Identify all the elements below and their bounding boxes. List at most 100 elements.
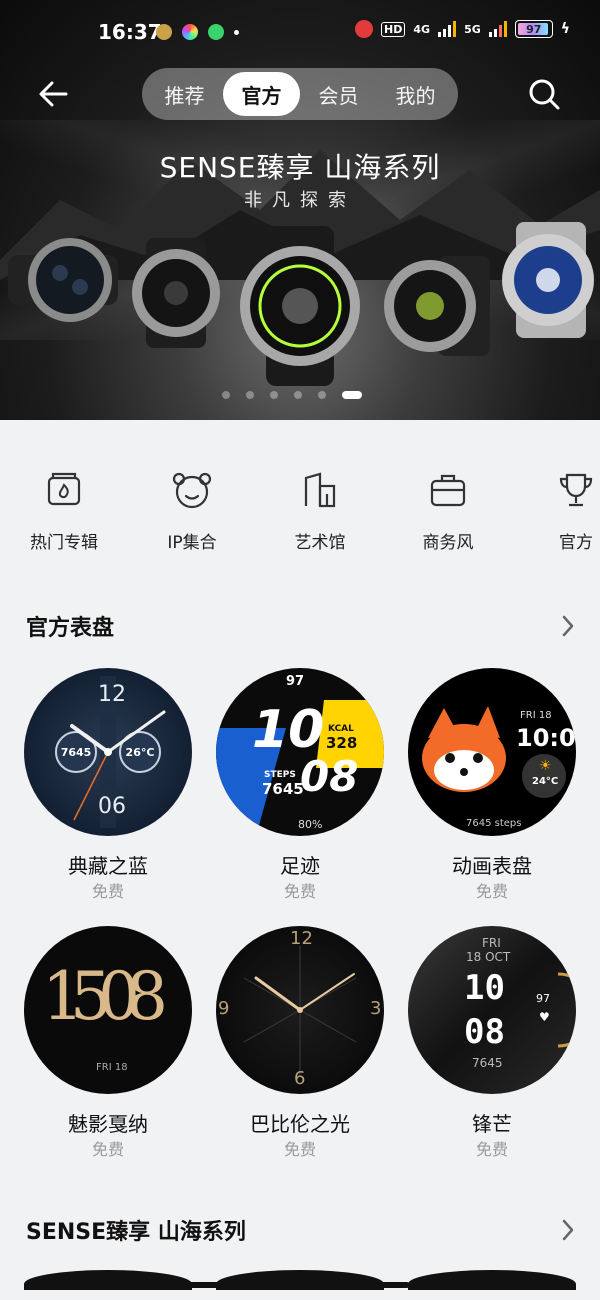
watch-face-name: 巴比伦之光 <box>250 1112 350 1136</box>
heart-icon: ♥ <box>539 1010 550 1024</box>
fox-character-icon <box>422 706 566 798</box>
dial-numeral-3: 3 <box>370 998 382 1019</box>
category-hot-album[interactable]: 热门专辑 <box>0 468 128 553</box>
hour-digits: 10 <box>464 968 505 1008</box>
category-gallery[interactable]: 艺术馆 <box>256 468 384 553</box>
dial-numeral-12: 12 <box>290 928 313 949</box>
category-business[interactable]: 商务风 <box>384 468 512 553</box>
hero-title: SENSE臻享 山海系列 <box>159 151 441 184</box>
status-time: 16:37 <box>98 20 162 44</box>
watch-product-image <box>384 256 490 356</box>
trophy-icon <box>559 473 593 507</box>
signal-bars-icon <box>438 21 457 37</box>
watch-face-price: 免费 <box>475 1140 508 1159</box>
chevron-right-icon[interactable] <box>560 614 576 638</box>
watch-face-card[interactable]: FRI 18 10:08 ☀ 24°C 7645 steps <box>408 668 576 836</box>
carousel-dot[interactable] <box>294 391 302 399</box>
search-icon[interactable] <box>524 74 564 114</box>
carousel-dot[interactable] <box>270 391 278 399</box>
dial-numeral-9: 9 <box>218 998 230 1019</box>
kcal-value: 328 <box>326 734 358 752</box>
watch-face-card-partial[interactable] <box>24 1270 192 1290</box>
watch-product-image <box>132 238 220 348</box>
dial-numeral-12: 12 <box>98 682 126 707</box>
steps-value: 7645 <box>262 780 304 798</box>
category-official[interactable]: 官方 <box>512 468 600 553</box>
temperature-complication: 26°C <box>125 746 155 759</box>
carousel-dot[interactable] <box>246 391 254 399</box>
app-notification-icon <box>156 24 172 40</box>
sun-icon: ☀ <box>539 758 552 774</box>
kcal-label: KCAL <box>328 724 354 734</box>
watch-face-card-partial[interactable] <box>408 1270 576 1290</box>
category-label: 热门专辑 <box>30 533 98 553</box>
minute-digits: 08 <box>464 1012 505 1052</box>
date-label: 18 OCT <box>466 950 511 964</box>
date-label: FRI 18 <box>520 710 552 721</box>
photos-notification-icon <box>182 24 198 40</box>
tab-mine[interactable]: 我的 <box>377 72 454 116</box>
top-tabs: 推荐 官方 会员 我的 <box>142 68 458 120</box>
watch-face-price: 免费 <box>283 882 316 901</box>
category-label: 官方 <box>559 533 593 553</box>
hot-album-icon <box>47 472 81 506</box>
category-ip-collection[interactable]: IP集合 <box>128 468 256 553</box>
home-indicator[interactable] <box>188 1282 410 1288</box>
signal-5g-label: 5G <box>464 22 481 36</box>
watch-face-card[interactable]: 12 3 6 9 <box>216 926 384 1094</box>
watch-product-image <box>240 226 360 386</box>
wechat-notification-icon <box>208 24 224 40</box>
carousel-dot[interactable] <box>318 391 326 399</box>
category-label: 商务风 <box>422 533 474 553</box>
signal-bars-5g-icon <box>488 21 507 37</box>
chevron-right-icon[interactable] <box>560 1218 576 1242</box>
battery-icon: 97 <box>514 20 553 38</box>
steps-label: 7645 <box>472 1056 503 1070</box>
watch-face-name: 动画表盘 <box>452 854 532 878</box>
watch-face-name: 典藏之蓝 <box>68 854 148 878</box>
more-notifications-icon <box>234 30 239 35</box>
back-arrow-icon[interactable] <box>36 74 76 114</box>
hd-badge: HD <box>381 21 406 37</box>
watch-face-name: 足迹 <box>280 854 320 878</box>
carousel-dot[interactable] <box>222 391 230 399</box>
time-label: 10:08 <box>516 724 576 752</box>
watch-face-price: 免费 <box>475 882 508 901</box>
watch-face-card[interactable]: 97 10 08 KCAL 328 STEPS 7645 80% <box>216 668 384 836</box>
carousel-indicator <box>222 391 362 399</box>
bear-icon <box>172 472 212 509</box>
minute-digits: 08 <box>300 752 359 801</box>
alarm-icon <box>355 20 374 38</box>
category-row: 热门专辑 IP集合 艺术馆 商务风 官方 <box>0 468 600 553</box>
watch-face-card[interactable]: 1508 FRI 18 <box>24 926 192 1094</box>
tab-recommend[interactable]: 推荐 <box>146 72 223 116</box>
signal-4g-label: 4G <box>413 22 431 36</box>
dial-numeral-6: 06 <box>98 794 126 819</box>
section-title-series: SENSE臻享 山海系列 <box>26 1220 246 1245</box>
hero-banner[interactable]: 16:37 HD 4G 5G 97 ϟ 推荐 官方 会员 我的 SENSE臻享 … <box>0 0 600 420</box>
watch-face-price: 免费 <box>91 882 124 901</box>
day-label: FRI <box>482 936 501 950</box>
status-bar: 16:37 HD 4G 5G 97 ϟ <box>0 14 600 50</box>
time-digits: 1508 <box>42 958 168 1035</box>
briefcase-icon <box>430 474 466 507</box>
hour-digits: 10 <box>252 700 325 760</box>
category-label: 艺术馆 <box>294 533 346 553</box>
watch-face-card[interactable]: 12 06 7645 26°C <box>24 668 192 836</box>
status-right: HD 4G 5G 97 ϟ <box>355 20 570 38</box>
watch-face-name: 锋芒 <box>472 1112 512 1136</box>
steps-complication: 7645 <box>60 746 92 759</box>
heart-rate-value: 97 <box>536 992 550 1005</box>
carousel-dot-active[interactable] <box>342 391 362 399</box>
watch-face-card[interactable]: FRI 18 OCT 10 08 97 ♥ 7645 <box>408 926 576 1094</box>
watch-product-image <box>502 222 594 338</box>
steps-label: STEPS <box>264 770 296 780</box>
status-app-icons <box>156 24 239 40</box>
temperature-label: 24°C <box>532 776 559 787</box>
section-title-official: 官方表盘 <box>26 616 115 641</box>
tab-official[interactable]: 官方 <box>223 72 300 116</box>
watch-face-name: 魅影戛纳 <box>68 1112 148 1136</box>
charging-icon: ϟ <box>560 21 570 37</box>
watch-face-price: 免费 <box>283 1140 316 1159</box>
tab-member[interactable]: 会员 <box>300 72 377 116</box>
